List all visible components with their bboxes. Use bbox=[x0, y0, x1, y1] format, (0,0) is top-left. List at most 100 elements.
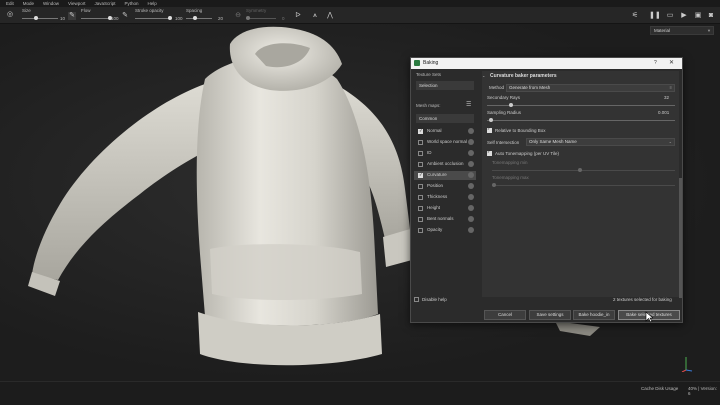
menu-help[interactable]: Help bbox=[148, 1, 157, 6]
mesh-map-item[interactable]: Height bbox=[414, 204, 476, 213]
secondary-rays-value[interactable]: 32 bbox=[664, 95, 669, 100]
mesh-map-checkbox[interactable] bbox=[418, 184, 423, 189]
settings-gear-icon[interactable] bbox=[468, 183, 474, 189]
menu-mode[interactable]: Mode bbox=[23, 1, 34, 6]
toolbar: ◎ Size 10 ✎ Flow 100 ✎ Stroke opacity 10… bbox=[0, 7, 720, 24]
bake-hoodie-button[interactable]: Bake hoodie_in bbox=[573, 310, 615, 320]
mesh-maps-list: Normal World space normal ID Ambient occlus… bbox=[414, 127, 476, 237]
display-icon[interactable]: ▭ bbox=[666, 12, 674, 20]
size-slider-knob[interactable] bbox=[34, 16, 38, 20]
menu-edit[interactable]: Edit bbox=[6, 1, 14, 6]
mesh-map-item[interactable]: Bent normals bbox=[414, 215, 476, 224]
settings-gear-icon[interactable] bbox=[468, 227, 474, 233]
flow-slider[interactable] bbox=[81, 18, 111, 19]
relative-bbox-checkbox[interactable] bbox=[487, 126, 492, 133]
mesh-map-checkbox[interactable] bbox=[418, 128, 423, 134]
size-slider[interactable] bbox=[22, 18, 58, 19]
dialog-titlebar[interactable]: Baking ? ✕ bbox=[411, 58, 682, 69]
size-value: 10 bbox=[60, 16, 66, 21]
method-select[interactable]: Generate from Mesh ≡ bbox=[506, 84, 675, 92]
settings-gear-icon[interactable] bbox=[468, 172, 474, 178]
tonemap-min-slider[interactable] bbox=[492, 170, 675, 171]
tonemap-min-label: Tonemapping min bbox=[492, 160, 528, 165]
cancel-button[interactable]: Cancel bbox=[484, 310, 526, 320]
sampling-radius-value[interactable]: 0.001 bbox=[658, 110, 669, 115]
method-label: Method bbox=[489, 85, 505, 90]
camera-icon[interactable]: ◙ bbox=[707, 12, 715, 20]
symmetry-slider-knob[interactable] bbox=[246, 16, 250, 20]
save-settings-button[interactable]: Save settings bbox=[529, 310, 571, 320]
mesh-map-item[interactable]: Opacity bbox=[414, 226, 476, 235]
mesh-map-checkbox[interactable] bbox=[418, 140, 423, 145]
mesh-map-checkbox[interactable] bbox=[418, 195, 423, 200]
menu-window[interactable]: Window bbox=[43, 1, 59, 6]
lazy-mouse-icon[interactable]: ᐅ bbox=[294, 12, 302, 20]
secondary-rays-slider[interactable] bbox=[487, 105, 675, 106]
sampling-radius-slider[interactable] bbox=[487, 120, 675, 121]
tonemap-max-slider[interactable] bbox=[492, 185, 675, 186]
menu-viewport[interactable]: Viewport bbox=[68, 1, 85, 6]
mesh-map-item[interactable]: Position bbox=[414, 182, 476, 191]
align-icon[interactable]: ⩚ bbox=[311, 12, 319, 20]
mesh-map-checkbox[interactable] bbox=[418, 228, 423, 233]
mesh-map-checkbox[interactable] bbox=[418, 206, 423, 211]
mesh-map-checkbox[interactable] bbox=[418, 162, 423, 167]
app-icon bbox=[414, 60, 420, 66]
mesh-map-item[interactable]: ID bbox=[414, 149, 476, 158]
dialog-title: Baking bbox=[423, 60, 439, 66]
sampling-radius-knob[interactable] bbox=[489, 118, 493, 122]
screenshot-icon[interactable]: ▣ bbox=[694, 12, 702, 20]
scrollbar[interactable] bbox=[679, 178, 682, 298]
settings-gear-icon[interactable] bbox=[468, 194, 474, 200]
settings-gear-icon[interactable] bbox=[468, 216, 474, 222]
stroke-opacity-label: Stroke opacity bbox=[135, 8, 164, 13]
settings-gear-icon[interactable] bbox=[468, 139, 474, 145]
chevron-down-icon: ⌄ bbox=[668, 139, 672, 144]
viewport-mode-select[interactable]: Material ▼ bbox=[650, 26, 714, 35]
secondary-rays-knob[interactable] bbox=[509, 103, 513, 107]
settings-gear-icon[interactable] bbox=[468, 205, 474, 211]
tonemap-min-knob[interactable] bbox=[578, 168, 582, 172]
projection-icon[interactable]: ⋀ bbox=[326, 12, 334, 20]
close-icon[interactable]: ✕ bbox=[669, 59, 674, 66]
stroke-opacity-slider-knob[interactable] bbox=[168, 16, 172, 20]
pause-icon[interactable]: ❚❚ bbox=[649, 12, 661, 20]
symmetry-slider[interactable] bbox=[246, 18, 276, 19]
settings-gear-icon[interactable] bbox=[468, 150, 474, 156]
symmetry-toggle-icon[interactable]: ⊖ bbox=[234, 12, 242, 20]
mesh-map-checkbox[interactable] bbox=[418, 172, 423, 178]
symmetry-label: Symmetry bbox=[246, 8, 267, 13]
common-item[interactable]: Common bbox=[416, 114, 474, 123]
settings-gear-icon[interactable] bbox=[468, 128, 474, 134]
menu-javascript[interactable]: JavaScript bbox=[94, 1, 115, 6]
mesh-map-label: Normal bbox=[427, 128, 442, 133]
settings-gear-icon[interactable] bbox=[468, 161, 474, 167]
mesh-map-item[interactable]: Ambient occlusion bbox=[414, 160, 476, 169]
mesh-map-checkbox[interactable] bbox=[418, 217, 423, 222]
texture-sets-selection[interactable]: Selection bbox=[416, 81, 474, 90]
symmetry-value: 0 bbox=[282, 16, 285, 21]
mesh-map-item[interactable]: Curvature bbox=[414, 171, 476, 180]
mesh-map-item[interactable]: Normal bbox=[414, 127, 476, 136]
brush-tool-icon[interactable]: ◎ bbox=[6, 11, 14, 19]
spacing-slider[interactable] bbox=[186, 18, 212, 19]
help-button[interactable]: ? bbox=[654, 60, 657, 66]
list-icon[interactable]: ☰ bbox=[466, 101, 471, 108]
tonemap-max-knob[interactable] bbox=[492, 183, 496, 187]
auto-tonemap-checkbox[interactable] bbox=[487, 149, 492, 156]
menu-python[interactable]: Python bbox=[125, 1, 139, 6]
self-intersection-select[interactable]: Only Same Mesh Name ⌄ bbox=[526, 138, 675, 146]
disable-help-checkbox[interactable] bbox=[414, 297, 419, 302]
video-camera-icon[interactable]: ▶ bbox=[680, 12, 688, 20]
collapse-chevron-icon[interactable]: ⌄ bbox=[482, 73, 485, 78]
stroke-opacity-slider[interactable] bbox=[135, 18, 171, 19]
chevron-down-icon: ▼ bbox=[707, 28, 711, 33]
spacing-label: Spacing bbox=[186, 8, 203, 13]
pen-pressure-icon[interactable]: ✎ bbox=[68, 12, 76, 20]
mesh-map-item[interactable]: Thickness bbox=[414, 193, 476, 202]
pen-icon[interactable]: ✎ bbox=[121, 12, 129, 20]
mesh-map-item[interactable]: World space normal bbox=[414, 138, 476, 147]
camera-reset-icon[interactable]: ⚟ bbox=[631, 12, 639, 20]
spacing-slider-knob[interactable] bbox=[193, 16, 197, 20]
mesh-map-checkbox[interactable] bbox=[418, 151, 423, 156]
